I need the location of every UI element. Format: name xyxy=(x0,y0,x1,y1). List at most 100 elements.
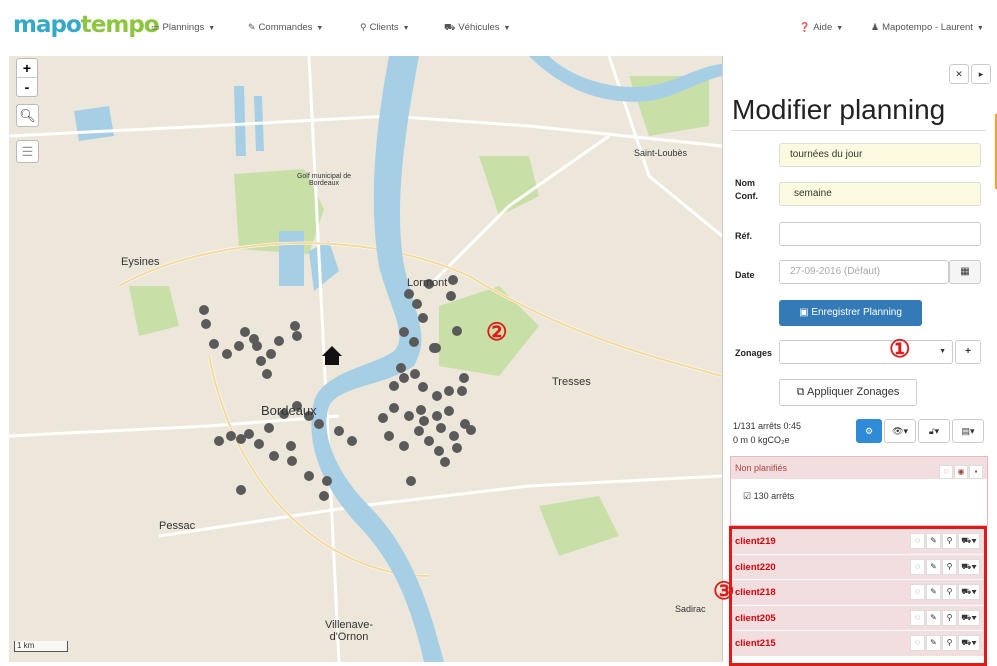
eye-icon[interactable]: ◉ xyxy=(954,465,968,479)
stats-line-2: 0 m 0 kgCO₂e xyxy=(733,435,790,445)
map-marker-icon[interactable]: ⚲ xyxy=(942,609,957,626)
checkbox-icon: ☑ xyxy=(743,491,754,501)
apply-zonages-button[interactable]: ⧉ Appliquer Zonages xyxy=(779,379,917,406)
visibility-dropdown[interactable]: 👁︎▾ xyxy=(884,419,916,443)
save-planning-button[interactable]: ▣ Enregistrer Planning xyxy=(779,300,922,326)
lightbulb-icon[interactable]: ◌ xyxy=(910,635,925,651)
callout-1: ① xyxy=(889,336,911,363)
truck-icon[interactable]: ⛟▾ xyxy=(958,609,980,626)
list-item[interactable]: client219 ◌ ✎ ⚲ ⛟▾ xyxy=(732,529,984,555)
truck-icon[interactable]: ⛟▾ xyxy=(958,558,980,575)
lightbulb-icon[interactable]: ◌ xyxy=(910,558,925,575)
place-label: Bordeaux xyxy=(261,403,317,418)
client-list: client219 ◌ ✎ ⚲ ⛟▾ client220 ◌ ✎ ⚲ ⛟▾ client218 ◌… xyxy=(729,526,987,666)
zoom-control: + - xyxy=(16,58,38,97)
unlock-icon: 🔓︎▾ xyxy=(928,426,940,436)
map-marker-icon[interactable]: ⚲ xyxy=(942,635,957,651)
export-dropdown[interactable]: ▤▾ xyxy=(952,419,984,443)
map-marker-icon[interactable]: ⚲ xyxy=(942,533,957,549)
nom-input[interactable]: tournées du jour xyxy=(779,143,981,167)
list-item[interactable]: client205 ◌ ✎ ⚲ ⛟▾ xyxy=(732,605,984,631)
callout-3: ③ xyxy=(713,578,735,605)
zonages-label: Zonages xyxy=(735,348,773,358)
pencil-icon[interactable]: ✎ xyxy=(926,533,941,549)
eye-icon: 👁︎▾ xyxy=(892,426,908,436)
caret-down-icon: ▼ xyxy=(316,25,324,32)
unplanned-section: Non planifiés ◌ ◉ ▪ ☑ 130 arrêts xyxy=(730,456,988,526)
map-marker-icon[interactable]: ⚲ xyxy=(942,584,957,600)
map-search-button[interactable]: 🔍︎ xyxy=(16,104,39,127)
lightbulb-icon[interactable]: ◌ xyxy=(910,609,925,626)
date-label: Date xyxy=(735,270,755,280)
nav-plannings[interactable]: ▭ Plannings ▼ xyxy=(151,22,215,33)
zoom-out-button[interactable]: - xyxy=(17,77,37,96)
map-scale: 1 km xyxy=(14,641,68,652)
truck-icon[interactable]: ⛟▾ xyxy=(958,635,980,651)
place-label: Golf municipal de Bordeaux xyxy=(296,173,352,187)
list-item[interactable]: client218 ◌ ✎ ⚲ ⛟▾ xyxy=(732,580,984,606)
place-label: Villenave-d'Ornon xyxy=(324,619,374,643)
stats-line-1: 1/131 arrêts 0:45 xyxy=(733,421,802,431)
hide-panel-button[interactable]: ▸ xyxy=(971,64,991,84)
truck-icon[interactable]: ⛟▾ xyxy=(958,584,980,600)
map[interactable]: Eysines Lormont Bordeaux Pessac Tresses … xyxy=(9,56,722,662)
list-item[interactable]: client220 ◌ ✎ ⚲ ⛟▾ xyxy=(732,554,984,580)
place-label: Tresses xyxy=(552,376,591,388)
map-marker-icon[interactable]: ⚲ xyxy=(942,558,957,575)
pencil-icon[interactable]: ✎ xyxy=(926,558,941,575)
ref-input[interactable] xyxy=(779,222,981,246)
layers-icon: ☰ xyxy=(21,144,34,159)
save-icon: ▣ xyxy=(799,307,812,318)
plus-icon: + xyxy=(965,346,971,357)
mapotempo-logo[interactable]: mapotempo xyxy=(13,14,160,37)
list-item[interactable]: client215 ◌ ✎ ⚲ ⛟▾ xyxy=(732,631,984,657)
nom-label: Nom xyxy=(735,178,755,188)
add-zoning-button[interactable]: + xyxy=(955,340,981,364)
map-marker-icon: ⚲ xyxy=(360,22,367,32)
callout-2: ② xyxy=(486,319,508,346)
calendar-icon: ▦ xyxy=(960,266,970,277)
zonages-select[interactable]: ▼ xyxy=(779,340,953,364)
edit-icon: ✎ xyxy=(248,22,256,32)
lightbulb-icon[interactable]: ◌ xyxy=(910,533,925,549)
map-canvas[interactable] xyxy=(9,56,722,662)
zoning-icon: ⧉ xyxy=(796,386,807,398)
panel-toolbar: ✕ ▸ xyxy=(947,64,991,84)
place-label: Eysines xyxy=(121,256,160,268)
date-input[interactable]: 27-09-2016 (Défaut) xyxy=(779,260,949,284)
unlock-icon[interactable]: ▪ xyxy=(969,465,983,479)
pencil-icon[interactable]: ✎ xyxy=(926,609,941,626)
pencil-icon[interactable]: ✎ xyxy=(926,635,941,651)
truck-icon[interactable]: ⛟▾ xyxy=(958,533,980,549)
nav-vehicules[interactable]: ⛟ Véhicules ▼ xyxy=(444,22,510,34)
question-circle-icon: ❓ xyxy=(799,22,811,32)
lock-dropdown[interactable]: 🔓︎▾ xyxy=(918,419,950,443)
lightbulb-icon[interactable]: ◌ xyxy=(939,465,953,479)
nav-user[interactable]: ♟ Mapotempo - Laurent ▼ xyxy=(871,22,984,33)
ref-label: Réf. xyxy=(735,231,753,241)
place-label: Sadirac xyxy=(675,604,706,614)
calendar-button[interactable]: ▦ xyxy=(949,260,981,284)
divider xyxy=(731,130,986,131)
nav-clients[interactable]: ⚲ Clients ▼ xyxy=(360,22,410,33)
lightbulb-icon[interactable]: ◌ xyxy=(910,584,925,600)
conf-select[interactable]: semaine xyxy=(779,182,981,206)
export-icon: ▤▾ xyxy=(961,426,975,436)
optimize-button[interactable]: ⚙ xyxy=(856,419,882,443)
planning-edit-panel: ✕ ▸ Modifier planning Nom tournées du jou… xyxy=(713,56,997,666)
calendar-icon: ▭ xyxy=(151,22,160,32)
nav-commandes[interactable]: ✎ Commandes ▼ xyxy=(248,22,323,33)
unplanned-header[interactable]: Non planifiés ◌ ◉ ▪ xyxy=(731,457,987,479)
caret-down-icon: ▼ xyxy=(976,25,984,32)
route-stats: 1/131 arrêts 0:45 0 m 0 kgCO₂e xyxy=(733,419,843,447)
zoom-in-button[interactable]: + xyxy=(17,59,37,77)
pencil-icon[interactable]: ✎ xyxy=(926,584,941,600)
collapse-button[interactable]: ✕ xyxy=(949,64,969,84)
roads xyxy=(9,56,722,662)
place-label: Saint-Loubès xyxy=(634,148,688,158)
caret-down-icon: ▼ xyxy=(836,25,844,32)
place-label: Lormont xyxy=(407,277,448,289)
layers-button[interactable]: ☰ xyxy=(16,140,39,163)
nav-aide[interactable]: ❓ Aide ▼ xyxy=(799,22,843,33)
page-title: Modifier planning xyxy=(732,94,946,125)
